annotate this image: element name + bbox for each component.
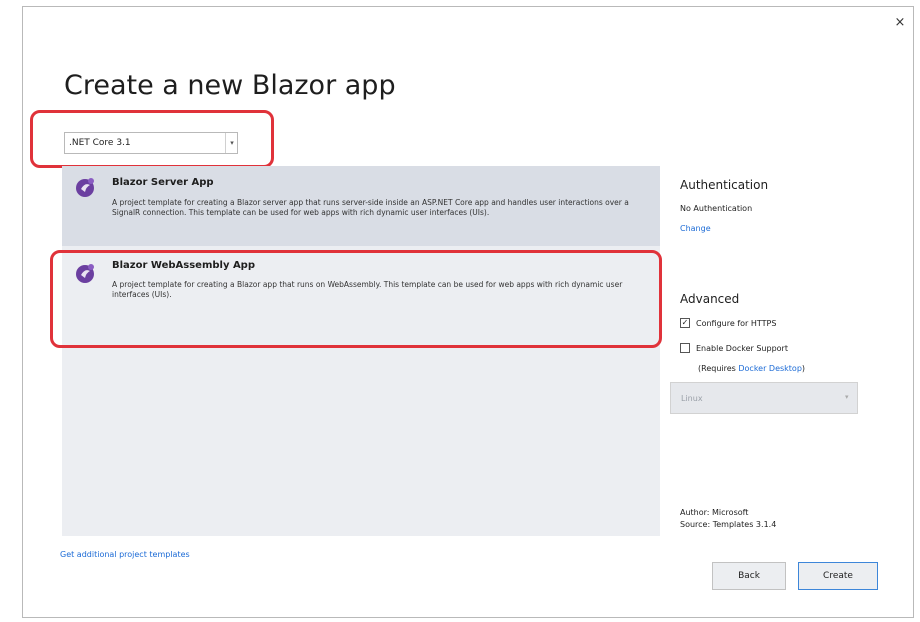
template-item-blazor-webassembly[interactable]: Blazor WebAssembly App A project templat… [62, 250, 660, 330]
authentication-heading: Authentication [680, 178, 769, 192]
close-icon[interactable]: × [892, 14, 908, 30]
requires-prefix: (Requires [698, 364, 739, 373]
chevron-down-icon[interactable]: ▾ [225, 133, 238, 153]
framework-dropdown[interactable]: .NET Core 3.1 ▾ [64, 132, 238, 154]
docker-desktop-link[interactable]: Docker Desktop [738, 364, 802, 373]
docker-checkbox[interactable] [680, 343, 690, 353]
https-checkbox[interactable]: ✓ [680, 318, 690, 328]
chevron-down-icon: ▾ [845, 393, 849, 401]
template-source: Source: Templates 3.1.4 [680, 520, 777, 529]
docker-os-dropdown: Linux ▾ [670, 382, 858, 414]
additional-templates-link[interactable]: Get additional project templates [60, 550, 190, 559]
requires-suffix: ) [801, 364, 806, 373]
change-auth-link[interactable]: Change [680, 224, 711, 233]
blazor-icon [76, 264, 94, 283]
create-button[interactable]: Create [798, 562, 878, 590]
https-option[interactable]: ✓ Configure for HTTPS [680, 318, 776, 328]
template-description: A project template for creating a Blazor… [112, 198, 629, 217]
https-label: Configure for HTTPS [696, 318, 777, 328]
template-author: Author: Microsoft [680, 508, 749, 517]
framework-selected-value: .NET Core 3.1 [69, 138, 131, 148]
docker-option[interactable]: Enable Docker Support [680, 343, 788, 353]
docker-requirement-note: (Requires Docker Desktop) [698, 364, 805, 373]
template-name: Blazor WebAssembly App [112, 260, 256, 271]
back-button[interactable]: Back [712, 562, 786, 590]
page-title: Create a new Blazor app [64, 70, 396, 101]
authentication-value: No Authentication [680, 204, 753, 213]
docker-os-value: Linux [681, 394, 703, 403]
template-item-blazor-server[interactable]: Blazor Server App A project template for… [62, 166, 660, 246]
docker-label: Enable Docker Support [696, 343, 788, 353]
template-name: Blazor Server App [112, 177, 214, 188]
advanced-heading: Advanced [680, 292, 740, 306]
template-list: Blazor Server App A project template for… [62, 166, 660, 536]
template-description: A project template for creating a Blazor… [112, 280, 623, 299]
blazor-icon [76, 178, 94, 197]
